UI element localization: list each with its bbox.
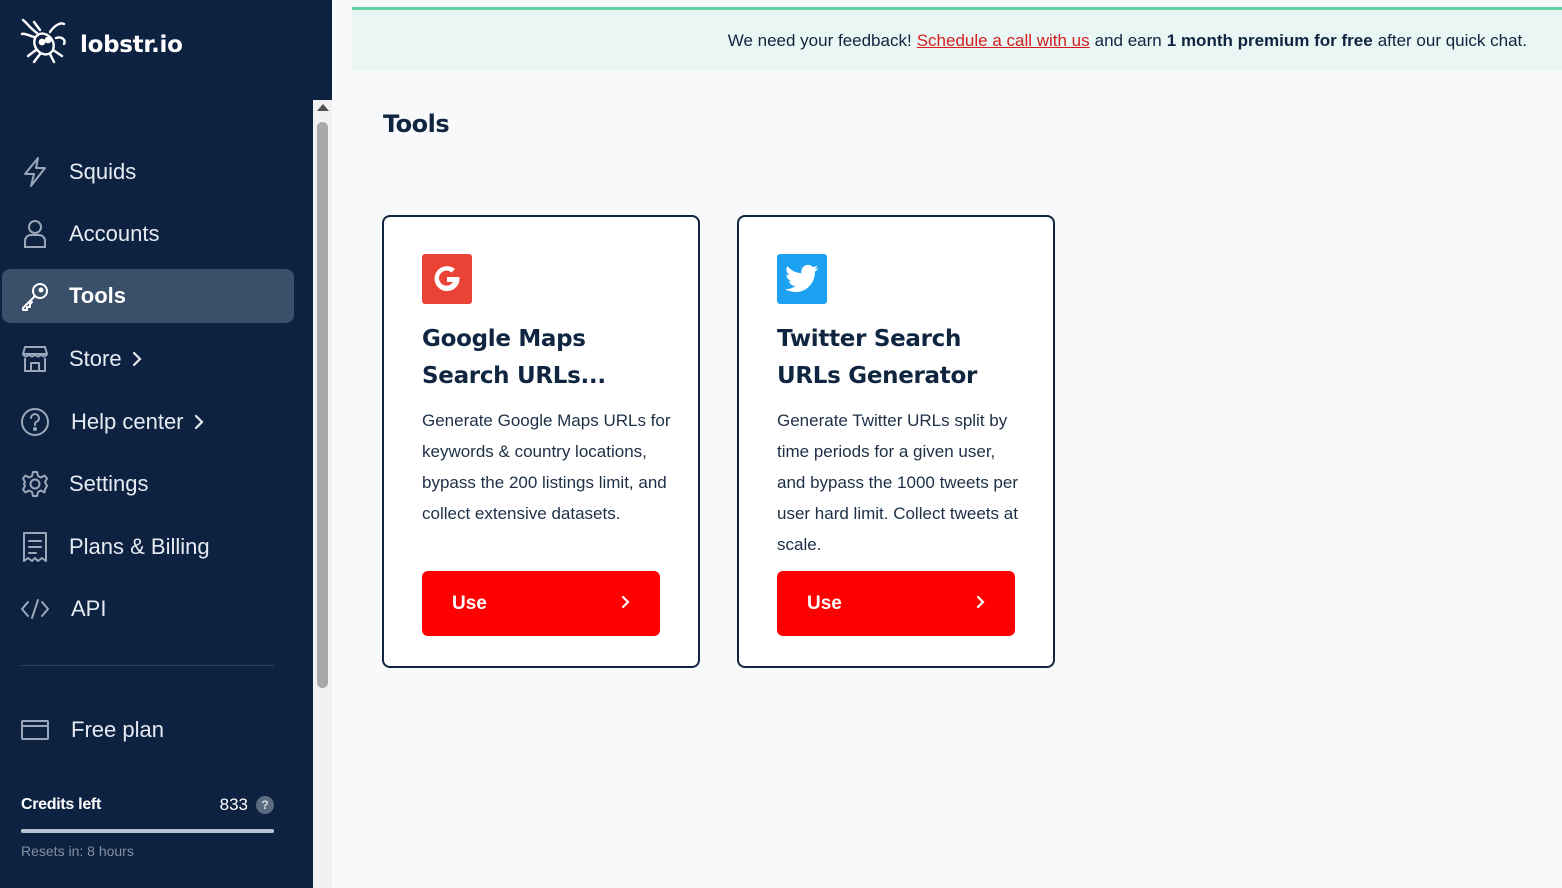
banner-middle: and earn [1094,30,1162,50]
sidebar-item-label: Accounts [69,221,160,246]
help-icon[interactable]: ? [256,796,274,814]
store-icon [19,343,51,375]
banner-prefix: We need your feedback! [727,30,912,50]
credits-label: Credits left [21,796,101,813]
gear-icon [19,468,51,500]
twitter-icon [777,254,827,304]
credits-row: Credits left 833 ? [21,795,274,815]
sidebar-item-label: API [71,596,107,621]
sidebar-item-label: Store [69,346,122,371]
credits-progress-fill [21,829,274,833]
logo-text: lobstr.io [80,31,183,58]
banner-bold: 1 month premium for free [1166,30,1373,50]
receipt-icon [19,531,51,563]
tool-card-title: Google Maps Search URLs... [422,326,606,389]
banner-suffix: after our quick chat. [1377,30,1527,50]
use-button[interactable]: Use [422,571,660,636]
credits-reset-text: Resets in: 8 hours [21,843,134,859]
credit-card-icon [19,714,51,746]
sidebar-item-api[interactable]: API [2,582,294,636]
lightning-icon [19,156,51,188]
page-title: Tools [383,110,450,138]
tool-card-title: Twitter Search URLs Generator [777,326,977,389]
scroll-up-arrow-icon[interactable] [317,104,329,111]
sidebar-item-store[interactable]: Store [2,332,294,386]
sidebar-item-plans-billing[interactable]: Plans & Billing [2,520,294,574]
tool-card-twitter: Twitter Search URLs Generator Generate T… [737,215,1055,668]
key-icon [19,280,51,312]
lobster-logo-icon [20,18,68,71]
sidebar-item-settings[interactable]: Settings [2,457,294,511]
feedback-banner: We need your feedback! Schedule a call w… [352,7,1562,71]
sidebar-divider [21,665,274,666]
sidebar-item-label: Squids [69,159,137,184]
tool-card-google-maps: Google Maps Search URLs... Generate Goog… [382,215,700,668]
schedule-call-link[interactable]: Schedule a call with us [917,31,1090,51]
sidebar-item-label: Settings [69,471,149,496]
chevron-right-icon [132,351,142,367]
chevron-right-icon [621,593,630,615]
tool-card-description: Generate Twitter URLs split by time peri… [777,411,1018,554]
plan-indicator[interactable]: Free plan [2,703,294,757]
google-icon [422,254,472,304]
use-button-label: Use [452,592,487,614]
sidebar-item-help-center[interactable]: Help center [2,395,294,449]
credits-progress-bar [21,829,274,833]
tool-card-description: Generate Google Maps URLs for keywords &… [422,411,671,523]
sidebar-item-accounts[interactable]: Accounts [2,207,294,261]
logo[interactable]: lobstr.io [20,18,183,71]
sidebar-item-tools[interactable]: Tools [2,269,294,323]
help-circle-icon [19,406,51,438]
scrollbar-thumb[interactable] [317,122,328,688]
user-icon [19,218,51,250]
use-button-label: Use [807,592,842,614]
credits-value: 833 [219,795,248,814]
code-icon [19,593,51,625]
sidebar: lobstr.io Squids Accounts Tools Store He… [0,0,332,888]
sidebar-item-label: Help center [71,409,184,434]
use-button[interactable]: Use [777,571,1015,636]
sidebar-panel: lobstr.io Squids Accounts Tools Store He… [0,0,313,888]
sidebar-item-label: Tools [69,283,127,308]
chevron-right-icon [194,414,204,430]
sidebar-item-squids[interactable]: Squids [2,145,294,199]
sidebar-item-label: Plans & Billing [69,534,210,559]
chevron-right-icon [976,593,985,615]
plan-label: Free plan [71,717,164,742]
